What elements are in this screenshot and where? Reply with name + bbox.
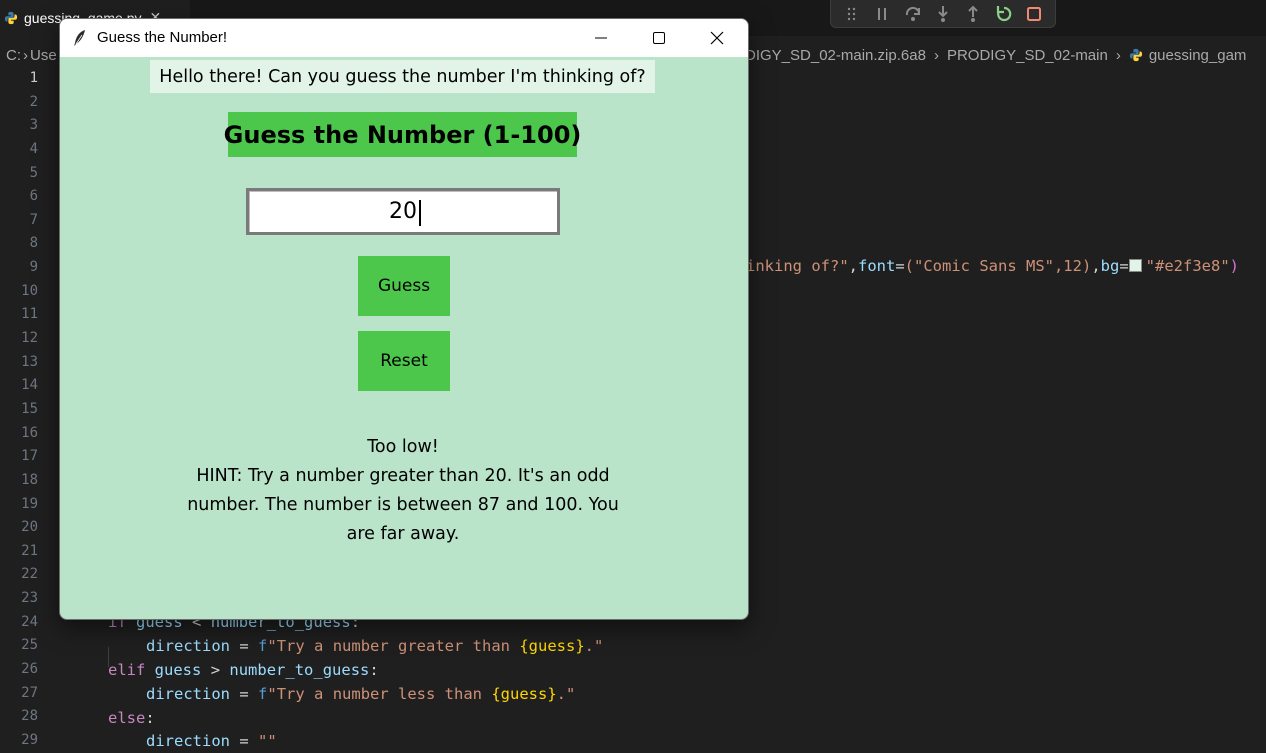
result-label: Too low! HINT: Try a number greater than… <box>168 433 638 549</box>
drag-handle-icon[interactable] <box>842 4 862 24</box>
line-number: 9 <box>29 259 38 276</box>
line-number: 3 <box>29 117 38 134</box>
line-number: 22 <box>21 566 38 583</box>
color-swatch-icon[interactable] <box>1128 259 1142 272</box>
breadcrumb-item[interactable]: PRODIGY_SD_02-main <box>947 47 1108 64</box>
window-titlebar[interactable]: Guess the Number! <box>60 19 748 57</box>
line-number: 25 <box>21 637 38 654</box>
chevron-right-icon: › <box>23 46 28 64</box>
close-icon <box>710 31 724 45</box>
line-number: 19 <box>21 495 38 512</box>
chevron-right-icon: › <box>933 46 939 64</box>
line-number: 29 <box>21 731 38 748</box>
reset-button[interactable]: Reset <box>358 331 450 391</box>
line-number: 13 <box>21 353 38 370</box>
window-title: Guess the Number! <box>97 29 228 46</box>
line-number: 17 <box>21 448 38 465</box>
code-line-25: direction = f"Try a number greater than … <box>146 637 604 655</box>
line-number: 15 <box>21 400 38 417</box>
text-caret <box>419 200 421 226</box>
python-file-icon <box>4 11 18 25</box>
step-over-icon[interactable] <box>903 4 923 24</box>
line-number: 16 <box>21 424 38 441</box>
line-number: 21 <box>21 542 38 559</box>
hint-line: number. The number is between 87 and 100… <box>187 495 619 515</box>
line-number: 12 <box>21 330 38 347</box>
minimize-button[interactable] <box>572 19 630 57</box>
line-number: 28 <box>21 708 38 725</box>
code-line-26: elif guess > number_to_guess: <box>108 661 379 679</box>
line-number: 5 <box>29 164 38 181</box>
line-number: 10 <box>21 282 38 299</box>
line-number: 7 <box>29 211 38 228</box>
guess-input-field[interactable] <box>249 191 557 232</box>
guess-game-window: Guess the Number! Hello there! Can you g… <box>59 18 749 620</box>
chevron-right-icon: › <box>1115 46 1121 64</box>
code-line-29: direction = "" <box>146 732 277 750</box>
line-number: 1 <box>29 70 38 86</box>
line-number: 14 <box>21 377 38 394</box>
game-heading: Guess the Number (1-100) <box>224 112 581 157</box>
line-number: 18 <box>21 471 38 488</box>
result-status: Too low! <box>367 437 439 457</box>
code-line-27: direction = f"Try a number less than {gu… <box>146 685 576 703</box>
guess-input[interactable] <box>246 188 560 235</box>
maximize-button[interactable] <box>630 19 688 57</box>
step-out-icon[interactable] <box>963 4 983 24</box>
line-number: 8 <box>29 235 38 252</box>
breadcrumb-item[interactable]: Use <box>30 47 57 64</box>
hint-line: HINT: Try a number greater than 20. It's… <box>196 466 610 486</box>
python-file-icon <box>1129 48 1142 62</box>
stop-icon[interactable] <box>1024 4 1044 24</box>
greeting-label: Hello there! Can you guess the number I'… <box>150 60 655 93</box>
breadcrumb-item[interactable]: guessing_gam <box>1149 47 1247 64</box>
line-number: 27 <box>21 684 38 701</box>
breadcrumb-item[interactable]: C: <box>6 47 21 64</box>
line-number: 6 <box>29 188 38 205</box>
line-number: 24 <box>21 613 38 630</box>
debug-toolbar <box>830 0 1056 28</box>
line-number: 23 <box>21 590 38 607</box>
code-line-28: else: <box>108 709 155 727</box>
breadcrumb-item[interactable]: DIGY_SD_02-main.zip.6a8 <box>745 47 926 64</box>
line-number: 26 <box>21 661 38 677</box>
hint-line: are far away. <box>346 524 460 544</box>
line-number: 2 <box>29 93 38 110</box>
step-into-icon[interactable] <box>933 4 953 24</box>
pause-icon[interactable] <box>872 4 892 24</box>
line-number: 4 <box>29 140 38 157</box>
line-number: 20 <box>21 519 38 536</box>
close-button[interactable] <box>688 19 746 57</box>
maximize-icon <box>653 32 665 44</box>
minimize-icon <box>595 37 607 39</box>
restart-icon[interactable] <box>994 4 1014 24</box>
code-line-9: inking of?",font=("Comic Sans MS",12),bg… <box>746 257 1240 275</box>
guess-button[interactable]: Guess <box>358 256 450 316</box>
tk-feather-icon <box>74 30 85 46</box>
line-number: 11 <box>21 306 38 323</box>
